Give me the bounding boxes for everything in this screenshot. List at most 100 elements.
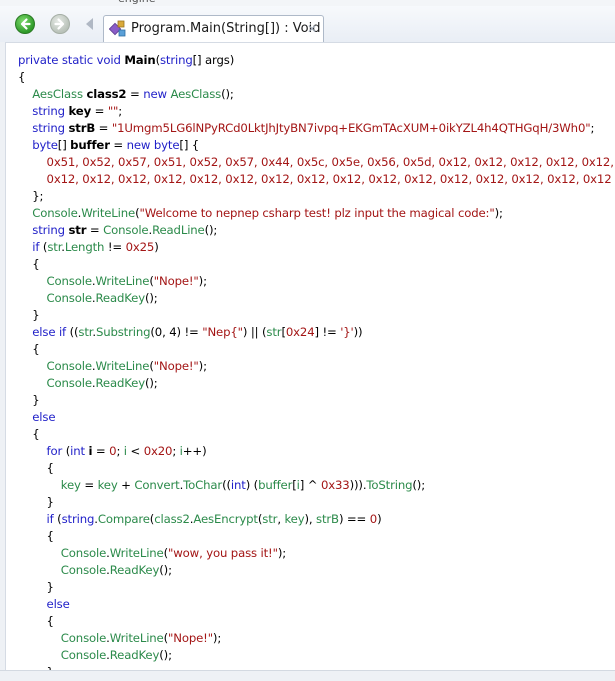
- tab-program-main[interactable]: Program.Main(String[]) : Void ✕: [103, 15, 324, 42]
- code-token: ;: [116, 444, 124, 458]
- code-token: string: [32, 121, 69, 135]
- code-token: ();: [159, 563, 172, 577]
- code-token: ;: [172, 444, 180, 458]
- code-token: str: [266, 325, 282, 339]
- code-token: WriteLine: [109, 631, 164, 645]
- code-token: =: [86, 223, 104, 237]
- code-token: int: [230, 478, 246, 492]
- code-token: buffer: [258, 478, 293, 492]
- code-token: strB: [68, 121, 96, 135]
- code-token: =: [80, 478, 98, 492]
- code-token: =: [92, 444, 110, 458]
- code-token: );: [212, 631, 222, 645]
- code-line: }: [18, 392, 614, 409]
- code-editor[interactable]: private static void Main(string[] args){…: [5, 42, 615, 670]
- tab-close-icon[interactable]: ✕: [307, 22, 317, 36]
- code-token: string: [61, 512, 95, 526]
- code-line: {: [18, 528, 614, 545]
- code-token: str: [68, 223, 87, 237]
- code-token: ;: [118, 104, 123, 118]
- code-token: "Nope!": [168, 631, 213, 645]
- code-line: };: [18, 188, 614, 205]
- code-token: Console: [60, 563, 107, 577]
- code-line: {: [18, 426, 614, 443]
- code-token: "Nope!": [153, 359, 199, 373]
- code-token: ((: [222, 478, 231, 492]
- code-token: 0: [369, 512, 378, 526]
- code-token: ReadKey: [95, 376, 145, 390]
- code-token: Console: [46, 376, 93, 390]
- code-token: "Welcome to nepnep csharp test! plz inpu…: [139, 206, 495, 220]
- code-token: private: [18, 53, 62, 67]
- code-token: byte: [153, 138, 180, 152]
- code-token: ] !=: [314, 325, 341, 339]
- code-token: "Nope!": [153, 274, 199, 288]
- code-token: ReadKey: [109, 648, 160, 662]
- code-token: [] {: [179, 138, 200, 152]
- code-line: 0x12, 0x12, 0x12, 0x12, 0x12, 0x12, 0x12…: [18, 171, 614, 188]
- code-token: else if: [32, 325, 70, 339]
- code-token: ) (: [245, 478, 259, 492]
- code-line: {: [18, 69, 614, 86]
- code-token: class2: [86, 87, 127, 101]
- code-line: {: [18, 341, 614, 358]
- code-token: for: [46, 444, 66, 458]
- code-token: '}': [340, 325, 354, 339]
- code-token: WriteLine: [109, 546, 164, 560]
- code-token: )): [353, 325, 363, 339]
- code-line: if (string.Compare(class2.AesEncrypt(str…: [18, 511, 614, 528]
- code-token: ),: [304, 512, 317, 526]
- code-token: static: [61, 53, 97, 67]
- code-token: [] args): [192, 53, 235, 67]
- code-token: ++): [182, 444, 207, 458]
- code-line: Console.ReadKey();: [18, 290, 614, 307]
- forward-arrow-icon[interactable]: [50, 14, 70, 34]
- code-token: string: [159, 53, 193, 67]
- code-token: Length: [64, 240, 105, 254]
- code-token: ReadKey: [95, 291, 145, 305]
- code-token: string: [32, 223, 69, 237]
- code-line: Console.WriteLine("wow, you pass it!");: [18, 545, 614, 562]
- code-line: for (int i = 0; i < 0x20; i++): [18, 443, 614, 460]
- code-token: ToChar: [183, 478, 223, 492]
- code-token: strB: [316, 512, 339, 526]
- code-token: =: [126, 87, 144, 101]
- history-dropdown-icon[interactable]: [86, 18, 93, 30]
- decompiler-window: engine Program.Main(String[]) : Void ✕ p…: [0, 0, 615, 681]
- code-line: AesClass class2 = new AesClass();: [18, 86, 614, 103]
- code-token: ();: [144, 376, 158, 390]
- code-token: =: [95, 121, 112, 135]
- code-token: {: [18, 614, 54, 628]
- code-token: );: [198, 274, 207, 288]
- code-token: int: [70, 444, 89, 458]
- code-token: Console: [32, 206, 78, 220]
- code-token: 0x25: [125, 240, 155, 254]
- code-token: (0, 4) !=: [150, 325, 203, 339]
- code-token: Console: [60, 648, 107, 662]
- code-line: string key = "";: [18, 103, 614, 120]
- code-token: ToString: [366, 478, 413, 492]
- code-token: AesClass: [32, 87, 87, 101]
- code-token: if: [32, 240, 43, 254]
- code-token: };: [18, 189, 44, 203]
- code-token: ();: [204, 223, 218, 237]
- code-token: 0x20: [143, 444, 173, 458]
- code-token: ();: [221, 87, 234, 101]
- code-token: Console: [46, 359, 93, 373]
- code-line: else: [18, 596, 614, 613]
- code-token: key: [97, 478, 118, 492]
- top-strip-text: engine: [118, 0, 156, 5]
- code-token: Convert: [134, 478, 180, 492]
- code-token: new: [126, 138, 154, 152]
- code-token: ))).: [349, 478, 367, 492]
- code-token: void: [96, 53, 125, 67]
- back-arrow-icon[interactable]: [15, 14, 35, 34]
- code-token: );: [277, 546, 287, 560]
